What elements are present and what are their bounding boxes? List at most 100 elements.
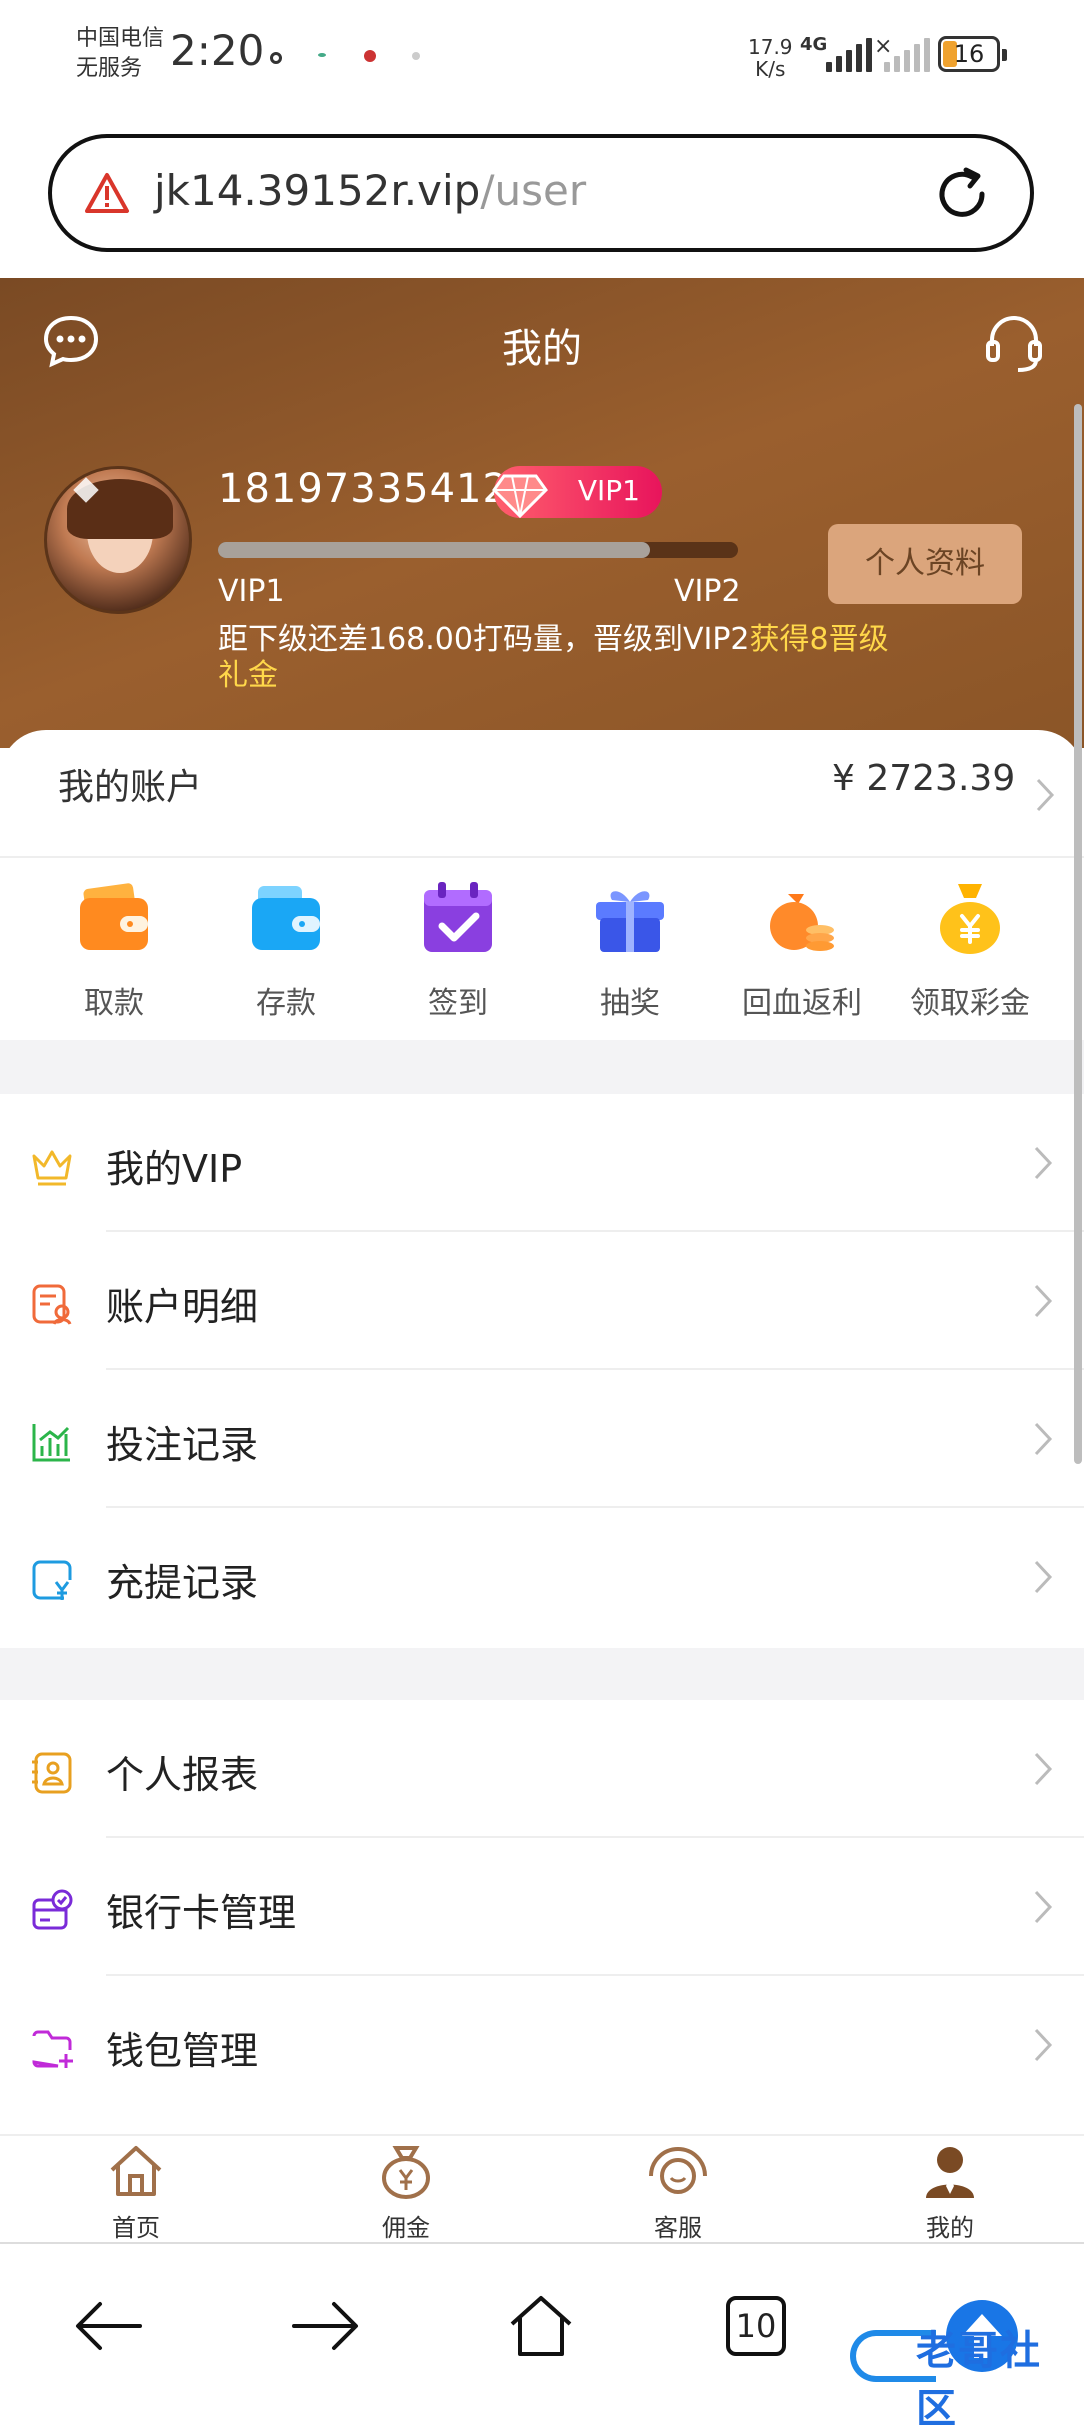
warning-icon[interactable] xyxy=(84,172,130,214)
user-phone: 18197335412 xyxy=(218,466,509,512)
quick-action-rebate[interactable]: 回血返利 xyxy=(712,880,892,1022)
recharge-record-icon xyxy=(32,1560,72,1600)
report-icon xyxy=(32,1752,72,1794)
avatar[interactable] xyxy=(44,466,192,614)
menu-item-bet-records[interactable]: 投注记录 xyxy=(0,1370,1084,1508)
reload-icon[interactable] xyxy=(932,164,992,224)
tab-label: 佣金 xyxy=(382,2214,430,2242)
quick-action-label: 存款 xyxy=(256,986,316,1021)
menu-item-label: 钱包管理 xyxy=(106,2029,259,2073)
back-icon[interactable] xyxy=(74,2296,144,2356)
carrier-name: 中国电信 xyxy=(76,26,165,51)
chevron-right-icon xyxy=(1034,2028,1053,2062)
chevron-right-icon xyxy=(1034,1146,1053,1180)
quick-action-deposit[interactable]: 存款 xyxy=(196,880,376,1022)
menu-item-wallet[interactable]: 钱包管理 xyxy=(0,1976,1084,2114)
menu-item-label: 投注记录 xyxy=(106,1423,259,1467)
quick-action-lottery[interactable]: 抽奖 xyxy=(540,880,720,1022)
home-icon[interactable] xyxy=(506,2292,576,2358)
net-speed: 17.9 K/s xyxy=(748,36,793,80)
notification-icon xyxy=(318,53,326,57)
network-type: 4G xyxy=(800,34,828,55)
chevron-right-icon xyxy=(1034,1890,1053,1924)
menu-item-label: 银行卡管理 xyxy=(106,1891,297,1935)
forward-icon[interactable] xyxy=(290,2296,360,2356)
battery-icon: 16 xyxy=(938,36,1007,72)
chevron-right-icon[interactable] xyxy=(1034,776,1056,814)
wallet-orange-icon xyxy=(80,883,148,950)
url-host: jk14.39152r.vip xyxy=(154,166,481,215)
notification-icon xyxy=(270,52,282,64)
wallet-blue-icon xyxy=(252,886,320,950)
quick-action-label: 领取彩金 xyxy=(910,986,1030,1021)
menu-item-personal-report[interactable]: 个人报表 xyxy=(0,1700,1084,1838)
quick-action-withdraw[interactable]: 取款 xyxy=(24,880,204,1022)
vip-badge-label: VIP1 xyxy=(577,474,640,507)
level-current: VIP1 xyxy=(218,574,285,609)
money-bag-coins-icon xyxy=(770,894,834,951)
notification-icon xyxy=(364,50,376,62)
tab-support[interactable]: 客服 xyxy=(608,2142,748,2243)
vip-progress-fill xyxy=(218,542,650,558)
chart-icon xyxy=(32,1424,70,1462)
divider xyxy=(0,856,1084,858)
quick-action-checkin[interactable]: 签到 xyxy=(368,880,548,1022)
profile-button[interactable]: 个人资料 xyxy=(828,524,1022,604)
tab-home[interactable]: 首页 xyxy=(66,2142,206,2243)
level-next: VIP2 xyxy=(674,574,741,609)
home-icon xyxy=(110,2146,162,2196)
tab-label: 客服 xyxy=(654,2214,702,2242)
notification-icon xyxy=(412,52,420,60)
chevron-right-icon xyxy=(1034,1560,1053,1594)
menu-item-label: 个人报表 xyxy=(106,1753,259,1797)
tab-commission[interactable]: 佣金 xyxy=(336,2142,476,2243)
net-speed-unit: K/s xyxy=(755,57,786,81)
upgrade-hint: 距下级还差168.00打码量，晋级到VIP2获得8晋级礼金 xyxy=(218,622,898,694)
menu-item-recharge-records[interactable]: 充提记录 xyxy=(0,1508,1084,1646)
account-label[interactable]: 我的账户 xyxy=(58,758,202,810)
watermark-text: 老哥社区 xyxy=(916,2328,1042,2432)
wallet-folder-icon xyxy=(32,2030,73,2068)
upgrade-hint-text: 距下级还差168.00打码量，晋级到VIP2 xyxy=(218,622,750,657)
signal-icon-2 xyxy=(884,36,930,72)
status-time: 2:20 xyxy=(170,26,265,75)
tab-label: 首页 xyxy=(112,2214,160,2242)
tab-mine[interactable]: 我的 xyxy=(880,2142,1020,2243)
signal-icon xyxy=(826,36,872,72)
quick-action-label: 抽奖 xyxy=(600,986,660,1021)
gift-box-icon xyxy=(596,891,664,952)
account-balance[interactable]: ¥ 2723.39 xyxy=(832,758,1015,799)
menu-item-label: 账户明细 xyxy=(106,1285,259,1329)
user-icon xyxy=(926,2147,974,2198)
tab-label: 我的 xyxy=(926,2214,974,2242)
menu-item-label: 我的VIP xyxy=(106,1147,243,1191)
chevron-right-icon xyxy=(1034,1422,1053,1456)
diamond-icon xyxy=(492,474,548,519)
chevron-right-icon xyxy=(1034,1284,1053,1318)
menu-item-account-detail[interactable]: 账户明细 xyxy=(0,1232,1084,1370)
quick-action-label: 回血返利 xyxy=(742,986,862,1021)
yen-bag-icon xyxy=(940,884,1000,954)
carrier-info: 中国电信 无服务 xyxy=(76,24,164,84)
page-scrollbar[interactable] xyxy=(1074,404,1082,1464)
quick-action-bonus[interactable]: 领取彩金 xyxy=(880,880,1060,1022)
menu-item-label: 充提记录 xyxy=(106,1561,259,1605)
section-gap xyxy=(0,1648,1084,1700)
menu-item-my-vip[interactable]: 我的VIP xyxy=(0,1094,1084,1232)
headset-icon[interactable] xyxy=(984,312,1044,374)
quick-action-label: 取款 xyxy=(84,986,144,1021)
commission-bag-icon xyxy=(382,2146,430,2199)
page-title: 我的 xyxy=(502,326,582,372)
account-detail-icon xyxy=(32,1284,72,1325)
battery-level: 16 xyxy=(953,40,985,68)
vip-progress-bar xyxy=(218,542,738,558)
menu-item-bank-card[interactable]: 银行卡管理 xyxy=(0,1838,1084,1976)
watermark: 老哥社区 xyxy=(846,2300,1082,2432)
calendar-check-icon xyxy=(424,882,492,952)
crown-icon xyxy=(32,1150,72,1186)
url-text[interactable]: jk14.39152r.vip/user xyxy=(154,166,586,215)
carrier-service: 无服务 xyxy=(76,56,143,81)
tabs-button[interactable]: 10 xyxy=(726,2296,786,2356)
quick-action-label: 签到 xyxy=(428,986,488,1021)
net-speed-value: 17.9 xyxy=(748,35,793,59)
